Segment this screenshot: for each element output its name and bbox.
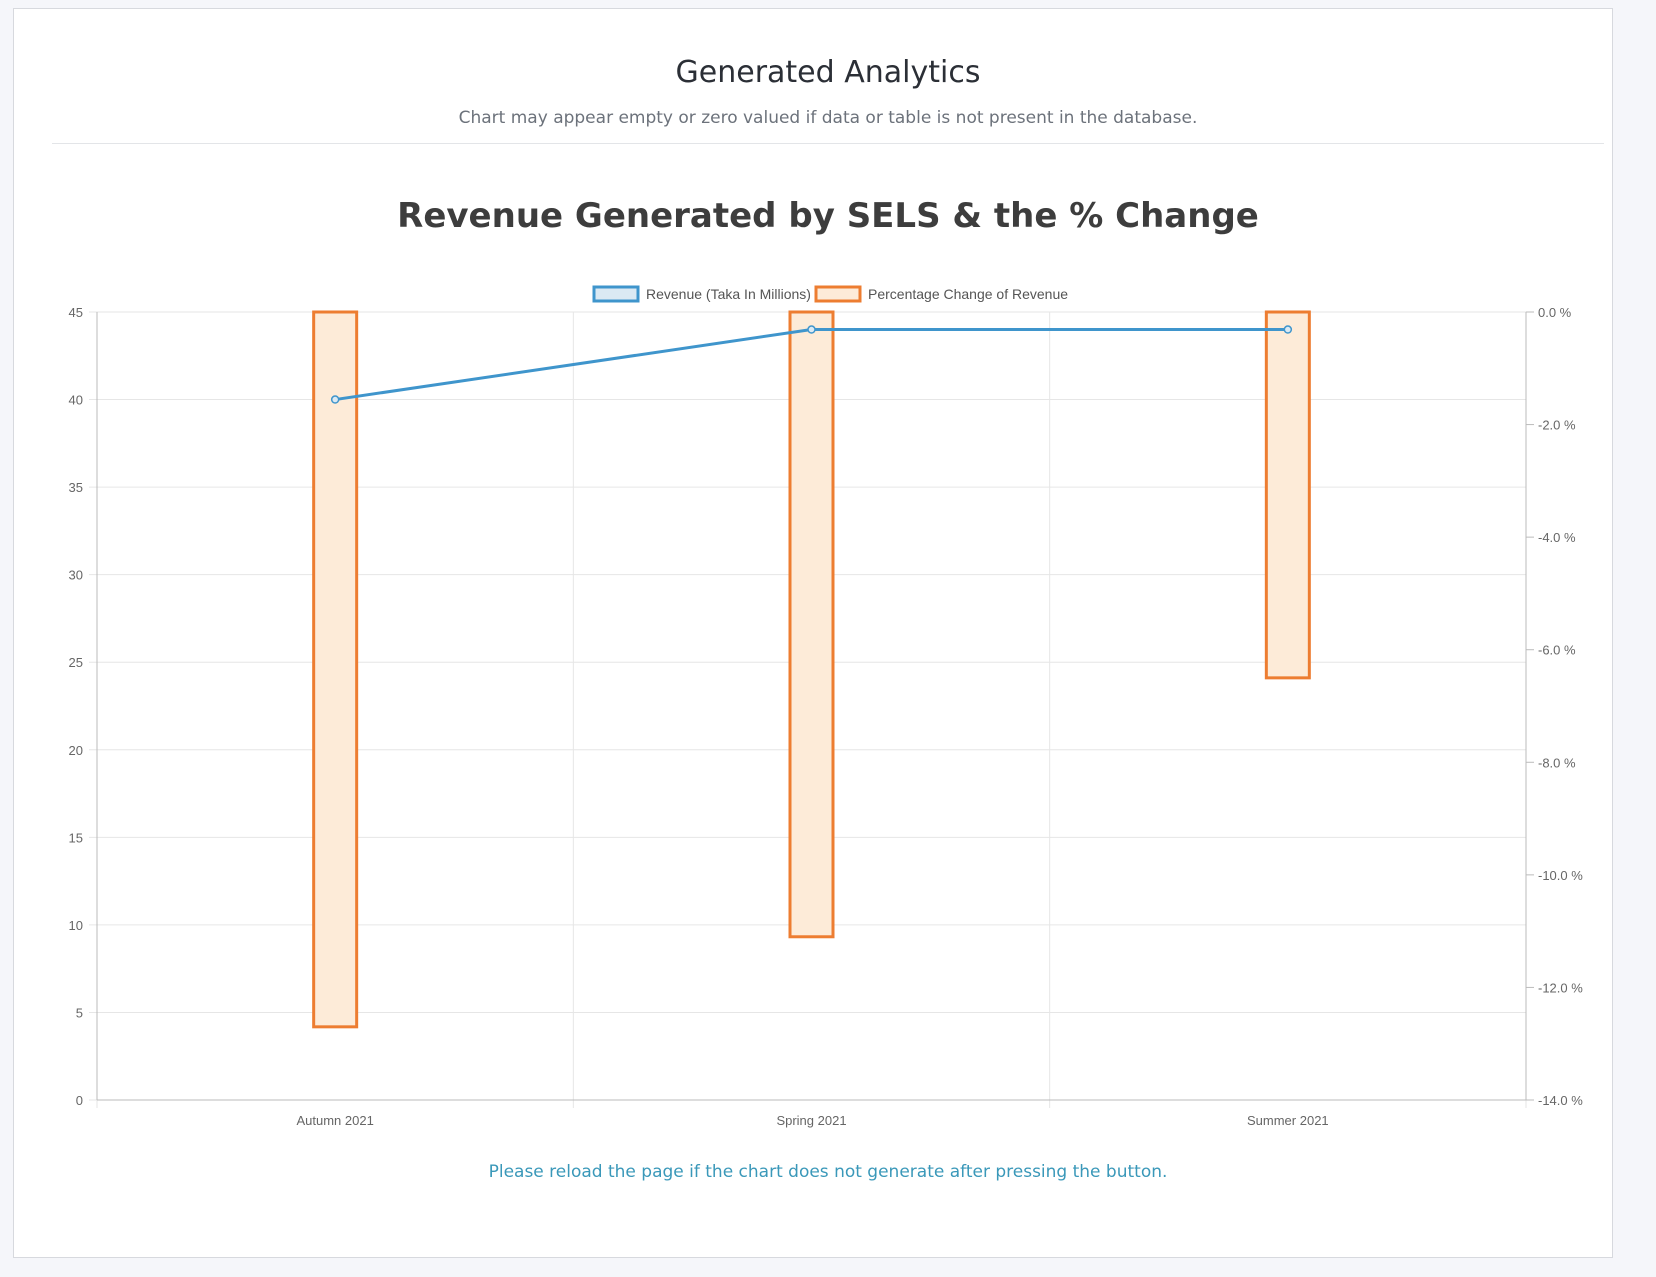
legend-swatch-revenue[interactable]	[592, 285, 640, 303]
y-right-tick-label: -4.0 %	[1538, 530, 1576, 545]
y-left-tick-label: 5	[76, 1005, 83, 1020]
y-left-tick-label: 40	[69, 393, 83, 408]
y-right-tick-label: 0.0 %	[1538, 305, 1572, 320]
percentage-change-bars	[312, 310, 1311, 1029]
y-left-tick-label: 45	[69, 305, 83, 320]
y-right-tick-label: -12.0 %	[1538, 980, 1583, 995]
y-right-tick-label: -14.0 %	[1538, 1093, 1583, 1108]
legend-label-percentage-change[interactable]: Percentage Change of Revenue	[868, 286, 1068, 302]
percentage-change-bar[interactable]	[1264, 310, 1311, 680]
legend-swatch-percentage-change[interactable]	[814, 285, 862, 303]
y-right-tick-label: -2.0 %	[1538, 418, 1576, 433]
x-tick-label: Autumn 2021	[296, 1113, 373, 1128]
y-left-tick-label: 20	[69, 743, 83, 758]
legend-label-revenue[interactable]: Revenue (Taka In Millions)	[646, 286, 811, 302]
y-right-tick-label: -8.0 %	[1538, 755, 1576, 770]
x-tick-label: Spring 2021	[776, 1113, 846, 1128]
percentage-change-bar[interactable]	[788, 310, 835, 939]
revenue-point[interactable]	[1283, 325, 1293, 334]
revenue-point[interactable]	[330, 395, 340, 404]
y-left-tick-label: 30	[69, 568, 83, 583]
revenue-chart: 0 5 10 15 20 25 30 35 40 45 0.0 % -2.0 % -4.0 % -6.0 …	[69, 285, 1583, 1128]
revenue-point[interactable]	[807, 325, 816, 334]
chart-legend: Revenue (Taka In Millions) Percentage Ch…	[592, 285, 1068, 303]
percentage-change-bar[interactable]	[312, 310, 359, 1029]
y-left-tick-label: 0	[76, 1093, 83, 1108]
y-left-tick-label: 25	[69, 655, 83, 670]
reload-note: Please reload the page if the chart does…	[488, 1162, 1168, 1182]
y-left-tick-label: 10	[69, 918, 83, 933]
y-right-tick-label: -6.0 %	[1538, 643, 1576, 658]
y-right-tick-label: -10.0 %	[1538, 868, 1583, 883]
y-left-tick-label: 15	[69, 830, 83, 845]
y-left-tick-label: 35	[69, 480, 83, 495]
x-tick-label: Summer 2021	[1247, 1113, 1329, 1128]
